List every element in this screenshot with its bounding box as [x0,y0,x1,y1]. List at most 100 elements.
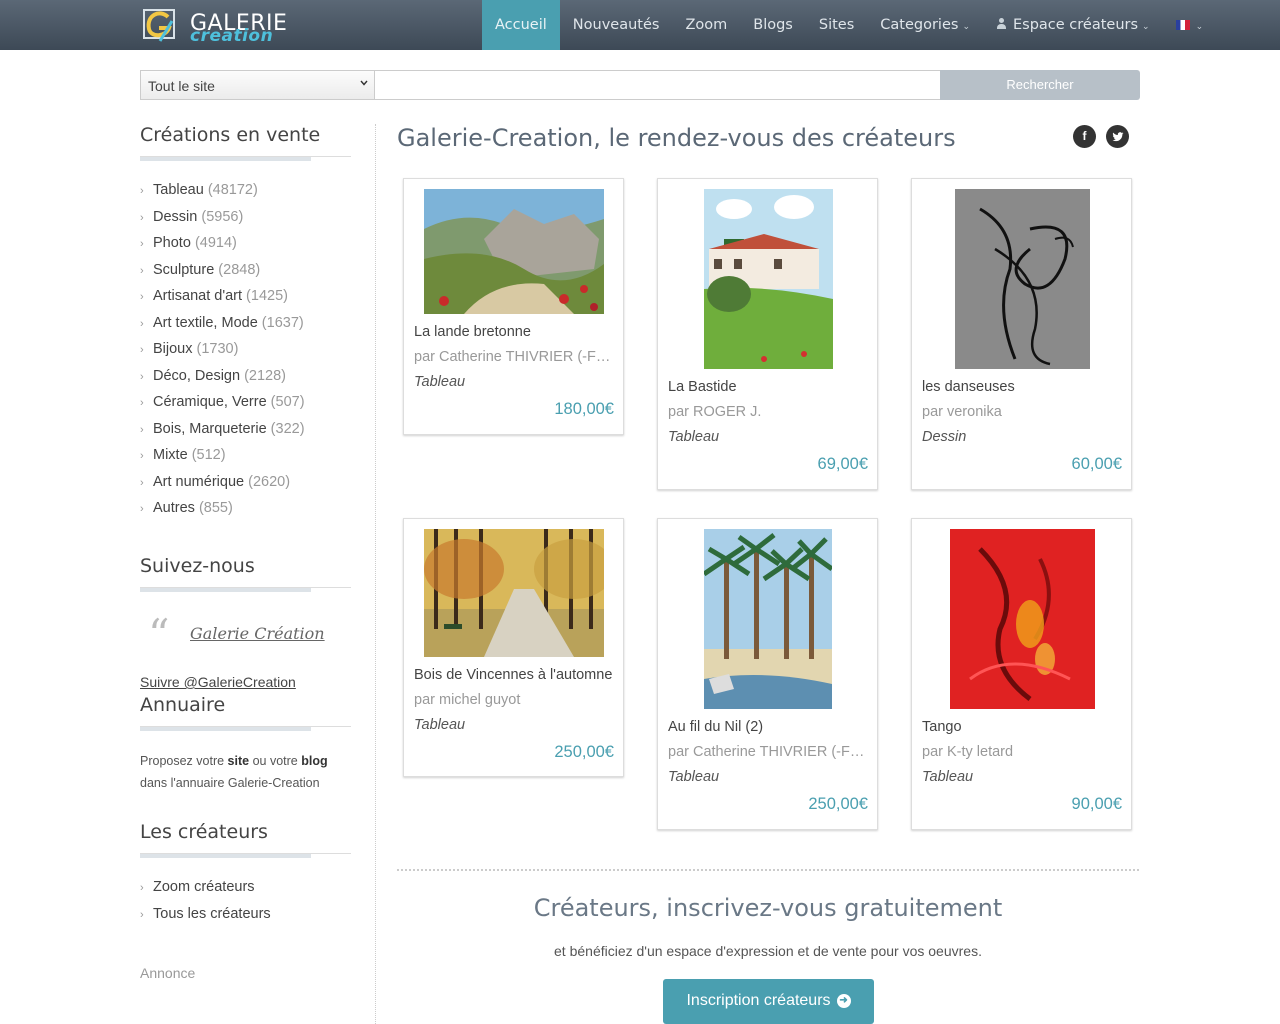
nav-zoom[interactable]: Zoom [672,0,740,50]
nav-blogs[interactable]: Blogs [740,0,806,50]
arrow-right-circle-icon: ➜ [836,993,851,1008]
artwork-category: Dessin [922,429,967,445]
category-label: Déco, Design [153,367,241,384]
section-divider [397,869,1139,871]
artwork-title[interactable]: Tango [922,719,1122,735]
category-item[interactable]: › Bois, Marqueterie (322) [140,416,355,443]
chevron-right-icon: › [140,476,144,489]
category-label: Autres [153,500,195,516]
artwork-card[interactable]: Bois de Vincennes à l'automne par michel… [403,518,624,777]
category-count: (2620) [248,473,291,490]
artwork-price: 250,00€ [808,795,868,813]
chevron-right-icon: › [140,397,144,409]
category-item[interactable]: › Mixte (512) [140,442,355,469]
artwork-title[interactable]: Bois de Vincennes à l'automne [414,667,614,683]
artwork-card[interactable]: La lande bretonne par Catherine THIVRIER… [403,178,624,435]
chevron-down-icon: ⌄ [1142,22,1150,32]
nav-nouveautes[interactable]: Nouveautés [560,0,673,50]
artwork-card[interactable]: La Bastide par ROGER J. Tableau 69,00€ [657,178,878,490]
artwork-image[interactable] [424,529,604,657]
chevron-right-icon: › [140,291,144,303]
category-item[interactable]: › Dessin (5956) [140,204,355,231]
artwork-price: 180,00€ [554,400,614,418]
artwork-author[interactable]: par Catherine THIVRIER (-Fornelli-) [668,744,868,760]
creators-link-all[interactable]: › Tous les créateurs [140,901,271,928]
category-label: Tableau [153,182,204,198]
category-item[interactable]: › Autres (855) [140,495,355,522]
creators-link-zoom[interactable]: › Zoom créateurs [140,874,271,901]
facebook-icon[interactable]: f [1073,125,1096,148]
artwork-card[interactable]: les danseuses par veronika Dessin 60,00€ [911,178,1132,490]
chevron-right-icon: › [140,317,144,330]
artwork-author[interactable]: par ROGER J. [668,404,868,420]
artwork-author[interactable]: par K-ty letard [922,744,1122,760]
category-count: (48172) [207,182,258,198]
signup-button-label: Inscription créateurs [686,992,831,1009]
category-item[interactable]: › Art numérique (2620) [140,469,355,496]
chevron-down-icon: ⌄ [1195,22,1204,32]
twitter-follow-link[interactable]: Suivre @GalerieCreation [140,674,296,690]
category-count: (512) [191,447,226,463]
artwork-title[interactable]: Au fil du Nil (2) [668,719,868,735]
artwork-title[interactable]: La lande bretonne [414,324,614,340]
quote-icon: “ [148,610,170,659]
category-item[interactable]: › Céramique, Verre (507) [140,389,355,416]
heading-underline [140,587,351,593]
main-menu: Accueil Nouveautés Zoom Blogs Sites Cate… [482,0,1216,50]
directory-text-part: ou votre [249,754,302,768]
nav-sites[interactable]: Sites [806,0,867,50]
artwork-author[interactable]: par michel guyot [414,692,614,708]
logo-mark-icon [143,9,175,42]
directory-heading: Annuaire [140,694,226,716]
signup-heading: Créateurs, inscrivez-vous gratuitement [533,894,1003,922]
french-flag-icon [1175,20,1190,30]
artwork-author[interactable]: par Catherine THIVRIER (-Fornelli-) [414,349,614,365]
artwork-image[interactable] [950,529,1095,709]
search-input[interactable] [375,70,941,100]
artwork-card[interactable]: Au fil du Nil (2) par Catherine THIVRIER… [657,518,878,830]
chevron-down-icon: ⌄ [962,22,970,32]
heading-underline [140,853,351,859]
language-selector[interactable]: ⌄ [1163,0,1217,50]
category-item[interactable]: › Tableau (48172) [140,177,355,204]
category-item[interactable]: › Sculpture (2848) [140,257,355,284]
search-scope-select[interactable]: Tout le site [140,70,375,100]
column-separator [375,124,376,1024]
artwork-image[interactable] [704,529,832,709]
artwork-title[interactable]: les danseuses [922,379,1122,395]
category-item[interactable]: › Bijoux (1730) [140,336,355,363]
artwork-category: Tableau [414,374,466,390]
category-count: (1730) [196,341,239,357]
nav-categories[interactable]: Categories ⌄ [867,0,983,50]
twitter-icon[interactable] [1106,125,1129,148]
heading-underline [140,156,351,162]
artwork-category: Tableau [668,769,720,785]
category-label: Bijoux [153,341,193,357]
artwork-author[interactable]: par veronika [922,404,1122,420]
artwork-image[interactable] [424,189,604,314]
artwork-title[interactable]: La Bastide [668,379,868,395]
nav-accueil[interactable]: Accueil [482,0,560,50]
site-logo[interactable]: Galerie creation [140,5,287,46]
category-count: (1425) [246,288,288,304]
directory-blog-link[interactable]: blog [301,754,327,768]
artwork-image[interactable] [955,189,1090,369]
directory-text-part: Proposez votre [140,754,228,768]
search-button[interactable]: Rechercher [940,70,1140,100]
category-item[interactable]: › Artisanat d'art (1425) [140,283,355,310]
category-item[interactable]: › Déco, Design (2128) [140,363,355,390]
creators-link-label: Tous les créateurs [153,905,271,922]
directory-site-link[interactable]: site [228,754,250,768]
chevron-right-icon: › [140,185,144,197]
category-count: (855) [198,500,233,516]
category-label: Sculpture [153,261,215,278]
artwork-card[interactable]: Tango par K-ty letard Tableau 90,00€ [911,518,1132,830]
galerie-creation-link[interactable]: Galerie Création [190,624,325,643]
artwork-image[interactable] [704,189,833,369]
chevron-right-icon: › [140,370,144,383]
top-navbar: Galerie creation Accueil Nouveautés Zoom… [0,0,1280,50]
category-item[interactable]: › Photo (4914) [140,230,355,257]
nav-espace-createurs[interactable]: Espace créateurs ⌄ [983,0,1163,50]
category-item[interactable]: › Art textile, Mode (1637) [140,310,355,337]
signup-button[interactable]: Inscription créateurs ➜ [663,979,874,1024]
